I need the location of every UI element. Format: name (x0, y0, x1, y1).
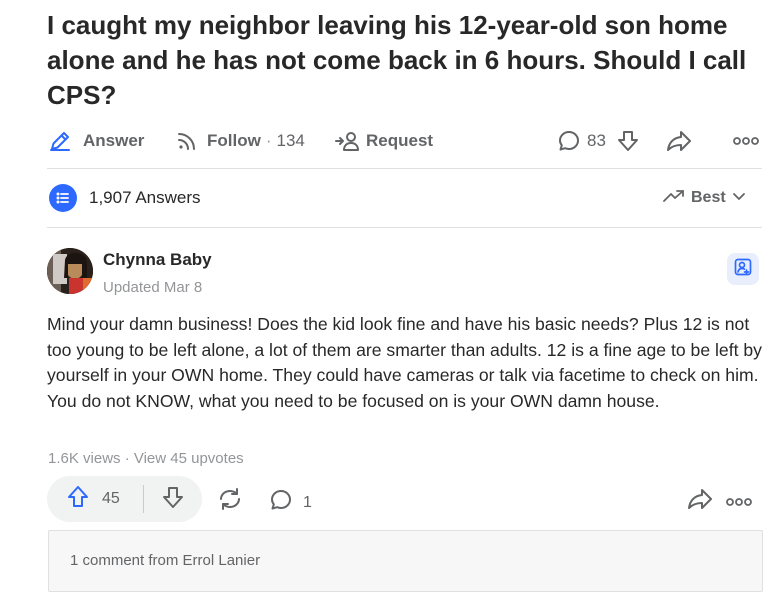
more-button[interactable] (733, 126, 759, 156)
more-icon (726, 494, 752, 512)
share-repost-button[interactable] (217, 487, 243, 516)
follow-person-icon (733, 257, 753, 282)
follow-count: 134 (276, 131, 305, 150)
follow-rss-icon (175, 129, 199, 153)
divider (47, 227, 762, 228)
upvote-icon (65, 484, 91, 515)
request-label: Request (366, 131, 434, 150)
sort-label: Best (691, 189, 726, 206)
author-avatar[interactable] (47, 248, 93, 294)
chevron-down-icon (732, 189, 746, 207)
sort-dropdown[interactable]: Best (663, 187, 746, 209)
request-button[interactable]: Request (334, 126, 433, 156)
comment-icon (557, 129, 581, 153)
answer-label: Answer (83, 131, 145, 150)
downvote-icon (160, 484, 186, 515)
follow-separator: · (265, 131, 272, 150)
question-action-bar: Answer Follow · 134 Request 83 (47, 126, 762, 156)
edit-icon (47, 128, 73, 154)
answers-count-label: 1,907 Answers (89, 188, 201, 207)
answer-more-button[interactable] (726, 494, 752, 512)
question-title[interactable]: I caught my neighbor leaving his 12-year… (47, 8, 747, 113)
answer-text: Mind your damn business! Does the kid lo… (47, 314, 762, 411)
more-icon (733, 136, 759, 146)
downvote-icon (615, 128, 641, 154)
vote-controls: 45 (47, 476, 202, 522)
comments-button[interactable]: 83 (557, 126, 606, 156)
comment-icon (269, 488, 293, 517)
answer-button[interactable]: Answer (47, 126, 144, 156)
answer-updated-date[interactable]: Updated Mar 8 (103, 279, 202, 296)
upvote-button[interactable]: 45 (47, 476, 143, 522)
comment-preview-text: 1 comment from Errol Lanier (70, 552, 261, 569)
share-button[interactable] (665, 126, 693, 156)
divider (47, 168, 762, 169)
downvote-button[interactable] (144, 476, 202, 522)
share-icon (665, 128, 693, 154)
answers-count[interactable]: 1,907 Answers (49, 184, 201, 212)
comment-count: 83 (587, 131, 606, 150)
answer-comment-count: 1 (303, 493, 312, 511)
request-person-icon (334, 129, 360, 153)
downvote-question-button[interactable] (615, 126, 641, 156)
answer-comments-button[interactable]: 1 (269, 488, 312, 517)
follow-label: Follow (207, 131, 261, 150)
upvote-count: 45 (102, 490, 120, 507)
share-icon (686, 486, 714, 517)
answers-list-icon (49, 184, 77, 212)
follow-button[interactable]: Follow · 134 (175, 126, 305, 156)
trending-icon (663, 189, 685, 208)
comment-preview[interactable]: 1 comment from Errol Lanier (48, 530, 763, 592)
author-name[interactable]: Chynna Baby (103, 250, 212, 270)
answer-share-button[interactable] (686, 486, 714, 517)
follow-author-button[interactable] (727, 253, 759, 285)
repost-icon (217, 487, 243, 516)
answer-stats[interactable]: 1.6K views · View 45 upvotes (48, 450, 244, 467)
